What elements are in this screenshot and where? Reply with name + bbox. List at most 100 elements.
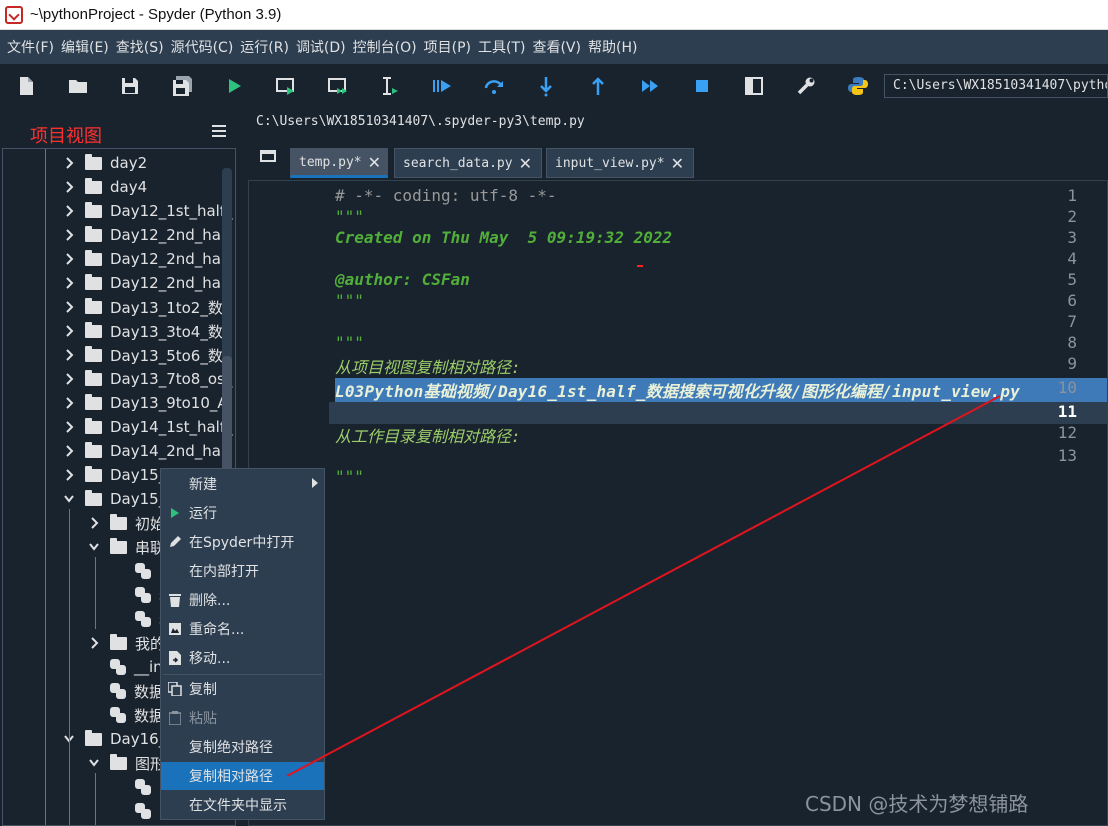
folder-icon: [85, 153, 102, 170]
tab-input-view-py[interactable]: input_view.py* ✕: [546, 148, 694, 178]
tree-file-row[interactable]: 数据: [88, 703, 164, 727]
ctx-copy-relative-path[interactable]: 复制相对路径: [161, 762, 324, 790]
chevron-right-icon[interactable]: [63, 319, 75, 343]
chevron-right-icon[interactable]: [63, 439, 75, 463]
chevron-right-icon[interactable]: [63, 271, 75, 295]
open-file-icon[interactable]: [60, 68, 96, 104]
menu-help[interactable]: 帮助(H): [585, 37, 641, 57]
tree-folder-row[interactable]: Day12_2nd_half: [63, 271, 230, 295]
save-icon[interactable]: [112, 68, 148, 104]
chevron-right-icon[interactable]: [63, 151, 75, 175]
close-icon[interactable]: ✕: [368, 153, 381, 172]
chevron-right-icon[interactable]: [63, 223, 75, 247]
ctx-new[interactable]: 新建: [161, 470, 324, 498]
tree-file-row[interactable]: i: [113, 559, 163, 583]
ctx-move[interactable]: 移动...: [161, 644, 324, 672]
chevron-right-icon[interactable]: [63, 415, 75, 439]
run-icon[interactable]: [216, 68, 252, 104]
run-cell-advance-icon[interactable]: [320, 68, 356, 104]
debug-icon[interactable]: [424, 68, 460, 104]
chevron-right-icon[interactable]: [63, 247, 75, 271]
menu-view[interactable]: 查看(V): [529, 37, 585, 57]
folder-icon: [85, 297, 102, 314]
chevron-down-icon[interactable]: [88, 535, 100, 559]
menu-source[interactable]: 源代码(C): [168, 37, 238, 57]
ctx-delete[interactable]: 删除...: [161, 586, 324, 614]
tree-folder-row[interactable]: Day12_1st_half_: [63, 199, 233, 223]
close-icon[interactable]: ✕: [519, 154, 532, 173]
tree-folder-row[interactable]: Day13_7to8_os_: [63, 367, 232, 391]
tree-folder-row[interactable]: day4: [63, 175, 147, 199]
tree-folder-row[interactable]: Day12_2nd_half: [63, 223, 230, 247]
python-path-icon[interactable]: [840, 68, 876, 104]
preferences-icon[interactable]: [788, 68, 824, 104]
tree-folder-row[interactable]: Day13_1to2_数: [63, 295, 223, 319]
tree-folder-row[interactable]: 图形: [88, 751, 165, 775]
ctx-open-in-spyder[interactable]: 在Spyder中打开: [161, 528, 324, 556]
step-into-icon[interactable]: [528, 68, 564, 104]
tree-folder-row[interactable]: Day15_: [63, 463, 166, 487]
menu-tools[interactable]: 工具(T): [475, 37, 529, 57]
tab-search-data-py[interactable]: search_data.py ✕: [394, 148, 542, 178]
menu-edit[interactable]: 编辑(E): [58, 37, 113, 57]
tree-folder-row[interactable]: day2: [63, 151, 147, 175]
tree-folder-row[interactable]: Day13_5to6_数: [63, 343, 223, 367]
run-cell-icon[interactable]: [268, 68, 304, 104]
ctx-run[interactable]: 运行: [161, 499, 324, 527]
save-all-icon[interactable]: [164, 68, 200, 104]
continue-icon[interactable]: [632, 68, 668, 104]
step-over-icon[interactable]: [476, 68, 512, 104]
tree-folder-row[interactable]: Day14_2nd_half: [63, 439, 230, 463]
tab-temp-py[interactable]: temp.py* ✕: [290, 148, 388, 178]
menu-search[interactable]: 查找(S): [113, 37, 168, 57]
menu-file[interactable]: 文件(F): [4, 37, 58, 57]
step-return-icon[interactable]: [580, 68, 616, 104]
tree-file-row[interactable]: s: [113, 607, 167, 631]
chevron-right-icon[interactable]: [63, 367, 75, 391]
close-icon[interactable]: ✕: [671, 154, 684, 173]
tree-folder-row[interactable]: Day13_9to10_A: [63, 391, 228, 415]
browse-tabs-icon[interactable]: [260, 150, 276, 162]
tree-folder-row[interactable]: Day14_1st_half_: [63, 415, 233, 439]
chevron-right-icon[interactable]: [88, 511, 100, 535]
ctx-copy[interactable]: 复制: [161, 675, 324, 703]
tree-file-row[interactable]: s: [113, 583, 167, 607]
menu-consoles[interactable]: 控制台(O): [350, 37, 421, 57]
code-editor[interactable]: 1 2 3 4 5 6 7 8 9 10 11 12 13 # -*- codi…: [248, 180, 1108, 826]
copy-icon: [161, 675, 189, 703]
ctx-copy-absolute-path[interactable]: 复制绝对路径: [161, 733, 324, 761]
run-selection-icon[interactable]: [372, 68, 408, 104]
ctx-rename[interactable]: 重命名...: [161, 615, 324, 643]
tree-folder-row[interactable]: Day16_: [63, 727, 166, 751]
hamburger-menu-icon[interactable]: [212, 125, 226, 140]
menu-projects[interactable]: 项目(P): [421, 37, 475, 57]
tree-folder-row[interactable]: 我的: [88, 631, 165, 655]
ctx-open-internally[interactable]: 在内部打开: [161, 557, 324, 585]
tree-folder-row[interactable]: 初始: [88, 511, 165, 535]
tree-folder-row[interactable]: Day13_3to4_数: [63, 319, 223, 343]
menu-run[interactable]: 运行(R): [237, 37, 293, 57]
tree-file-row[interactable]: [113, 775, 159, 799]
tree-file-row[interactable]: 数据: [88, 679, 164, 703]
chevron-right-icon[interactable]: [63, 343, 75, 367]
working-directory-combo[interactable]: C:\Users\WX18510341407\pythonProject: [884, 74, 1108, 98]
new-file-icon[interactable]: [8, 68, 44, 104]
chevron-right-icon[interactable]: [63, 175, 75, 199]
tree-file-row[interactable]: __in: [88, 655, 163, 679]
menu-debug[interactable]: 调试(D): [293, 37, 350, 57]
tree-folder-row[interactable]: 串联: [88, 535, 165, 559]
chevron-right-icon[interactable]: [63, 295, 75, 319]
chevron-right-icon[interactable]: [63, 463, 75, 487]
stop-icon[interactable]: [684, 68, 720, 104]
maximize-pane-icon[interactable]: [736, 68, 772, 104]
chevron-right-icon[interactable]: [63, 199, 75, 223]
chevron-right-icon[interactable]: [88, 631, 100, 655]
ctx-label: 新建: [189, 477, 217, 493]
tree-folder-row[interactable]: Day12_2nd_half: [63, 247, 230, 271]
chevron-right-icon[interactable]: [63, 391, 75, 415]
ctx-show-in-folder[interactable]: 在文件夹中显示: [161, 791, 324, 819]
tree-file-row[interactable]: [113, 799, 159, 823]
chevron-down-icon[interactable]: [63, 487, 75, 511]
chevron-down-icon[interactable]: [88, 751, 100, 775]
tree-folder-row[interactable]: Day15_: [63, 487, 166, 511]
